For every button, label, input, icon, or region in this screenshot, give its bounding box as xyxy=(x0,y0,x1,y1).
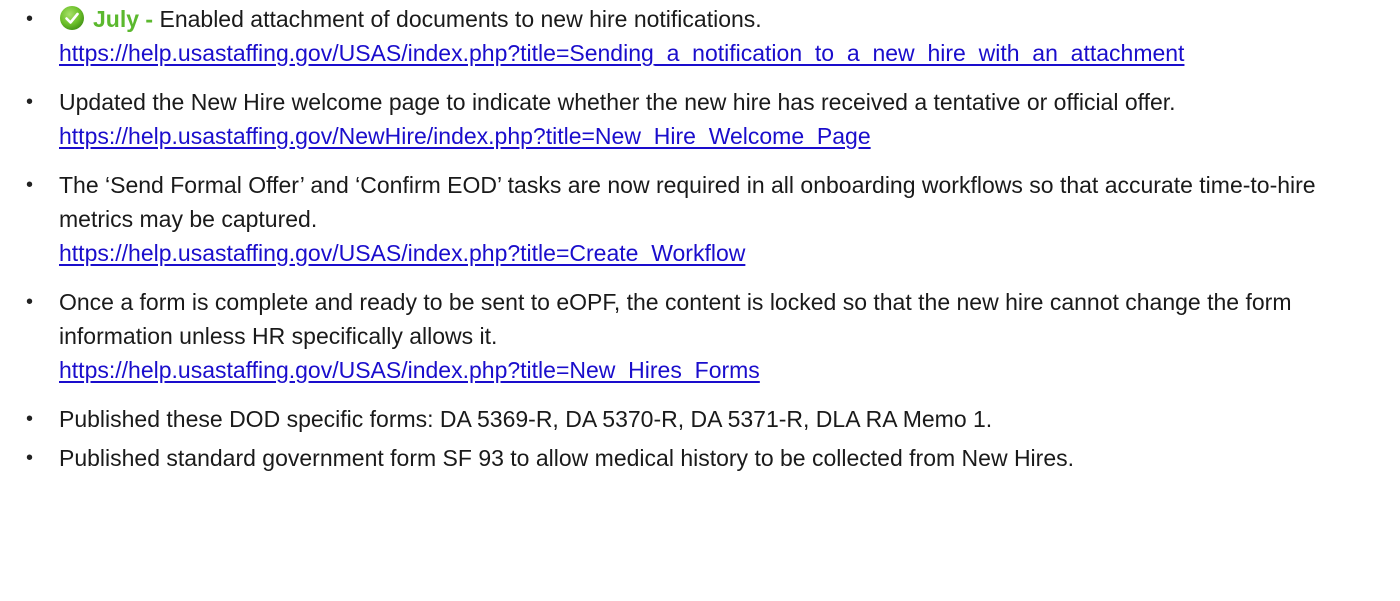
item-description: Published these DOD specific forms: DA 5… xyxy=(59,406,993,432)
help-link[interactable]: https://help.usastaffing.gov/NewHire/ind… xyxy=(59,119,1386,153)
bullet-icon: • xyxy=(26,174,34,196)
bullet-icon: • xyxy=(26,8,34,30)
help-link[interactable]: https://help.usastaffing.gov/USAS/index.… xyxy=(59,36,1386,70)
month-separator: - xyxy=(139,6,160,32)
help-link[interactable]: https://help.usastaffing.gov/USAS/index.… xyxy=(59,236,1386,270)
item-description: Enabled attachment of documents to new h… xyxy=(159,6,762,32)
bullet-icon: • xyxy=(26,291,34,313)
item-text: July - Enabled attachment of documents t… xyxy=(59,2,1386,36)
list-item: • Published standard government form SF … xyxy=(0,441,1400,475)
bullet-icon: • xyxy=(26,447,34,469)
list-item: • Updated the New Hire welcome page to i… xyxy=(0,85,1400,153)
item-description: Published standard government form SF 93… xyxy=(59,445,1075,471)
help-link[interactable]: https://help.usastaffing.gov/USAS/index.… xyxy=(59,353,1386,387)
check-circle-icon xyxy=(60,6,84,30)
list-item: • Published these DOD specific forms: DA… xyxy=(0,402,1400,436)
month-label: July xyxy=(93,6,140,32)
list-item: • The ‘Send Formal Offer’ and ‘Confirm E… xyxy=(0,168,1400,270)
item-description: The ‘Send Formal Offer’ and ‘Confirm EOD… xyxy=(59,172,1316,232)
release-notes-list: • July - Enabled attachment of documents… xyxy=(0,2,1400,475)
list-item: • July - Enabled attachment of documents… xyxy=(0,2,1400,70)
bullet-icon: • xyxy=(26,91,34,113)
item-description: Updated the New Hire welcome page to ind… xyxy=(59,89,1176,115)
release-notes-page: • July - Enabled attachment of documents… xyxy=(0,0,1400,601)
bullet-icon: • xyxy=(26,408,34,430)
list-item: • Once a form is complete and ready to b… xyxy=(0,285,1400,387)
item-description: Once a form is complete and ready to be … xyxy=(59,289,1292,349)
